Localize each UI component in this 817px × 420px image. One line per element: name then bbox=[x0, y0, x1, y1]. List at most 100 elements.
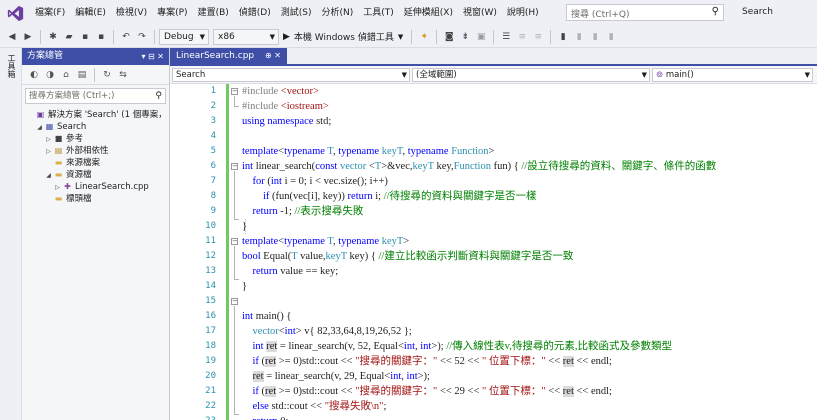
toolbar-divider bbox=[94, 67, 95, 82]
clear-bookmarks-icon[interactable]: ▮ bbox=[604, 29, 618, 45]
project-icon: ▦ bbox=[45, 122, 54, 131]
function-icon: ⊚ bbox=[656, 69, 666, 80]
external-deps-icon: ▤ bbox=[54, 146, 63, 155]
tree-item-label: 外部相依性 bbox=[66, 146, 109, 156]
change-tracking-bar bbox=[226, 84, 229, 420]
scope-dropdown[interactable]: (全域範圍) ▼ bbox=[412, 67, 650, 82]
list-icon[interactable]: ☰ bbox=[499, 29, 513, 45]
fold-guide bbox=[234, 279, 239, 280]
member-dropdown[interactable]: ⊚ main() ▼ bbox=[652, 67, 813, 82]
menu-item[interactable]: 分析(N) bbox=[316, 0, 358, 26]
menu-item[interactable]: 工具(T) bbox=[358, 0, 399, 26]
tree-item[interactable]: ▬ 來源檔案 bbox=[22, 157, 169, 169]
panel-controls[interactable]: ▾ ⊟ ✕ bbox=[141, 48, 164, 65]
code-line: template<typename T, typename keyT, type… bbox=[242, 146, 495, 157]
new-project-icon[interactable]: ✱ bbox=[46, 29, 60, 45]
forward-icon[interactable]: ▶ bbox=[21, 29, 35, 45]
menu-item[interactable]: 編輯(E) bbox=[70, 0, 111, 26]
menu-item[interactable]: 檔案(F) bbox=[30, 0, 70, 26]
line-number: 14 bbox=[205, 281, 216, 291]
collapse-icon[interactable]: − bbox=[231, 238, 238, 245]
line-number: 23 bbox=[176, 414, 216, 420]
tab-pin-close-icons[interactable]: ⊕ ✕ bbox=[265, 51, 281, 60]
undo-icon[interactable]: ↶ bbox=[119, 29, 133, 45]
menu-item[interactable]: 偵錯(D) bbox=[234, 0, 276, 26]
prev-bookmark-icon[interactable]: ▮ bbox=[572, 29, 586, 45]
fold-guide bbox=[234, 306, 235, 414]
code-line: } bbox=[242, 221, 248, 232]
back-icon[interactable]: ◐ bbox=[27, 67, 41, 83]
back-icon[interactable]: ◀ bbox=[5, 29, 19, 45]
tree-item-label: LinearSearch.cpp bbox=[75, 182, 149, 192]
line-number: 9 bbox=[210, 206, 216, 216]
pending-changes-icon[interactable]: ↻ bbox=[100, 67, 114, 83]
code-line: if (ret >= 0)std::cout << "搜尋的關鍵字：" << 5… bbox=[252, 356, 612, 367]
toolbox-tab[interactable]: 工具箱 bbox=[6, 54, 16, 78]
redo-icon[interactable]: ↷ bbox=[135, 29, 149, 45]
platform-select[interactable]: x86 ▼ bbox=[213, 28, 279, 45]
menu-bar: 檔案(F) 編輯(E) 檢視(V) 專案(P) 建置(B) 偵錯(D) 測試(S) 分析(N)… bbox=[0, 0, 817, 26]
open-folder-icon[interactable]: ▰ bbox=[62, 29, 76, 45]
comment-icon[interactable]: ≡ bbox=[515, 29, 529, 45]
screenshot-icon[interactable]: ◙ bbox=[442, 29, 456, 45]
line-number: 20 bbox=[205, 371, 216, 381]
step-icon[interactable]: ⇟ bbox=[458, 29, 472, 45]
line-number: 21 bbox=[205, 386, 216, 396]
toolbar-divider bbox=[113, 29, 114, 44]
menu-item[interactable]: 延伸模組(X) bbox=[399, 0, 458, 26]
code-text[interactable]: #include <vector> #include <iostream> us… bbox=[242, 84, 817, 420]
tree-item[interactable]: ▷ ▤ 外部相依性 bbox=[22, 145, 169, 157]
collapse-icon[interactable]: − bbox=[231, 298, 238, 305]
collapse-icon[interactable]: − bbox=[231, 163, 238, 170]
menu-item[interactable]: 建置(B) bbox=[193, 0, 234, 26]
code-line: if (fun(vec[i], key)) return i; //待搜尋的資料… bbox=[263, 191, 537, 202]
menu-item[interactable]: 檢視(V) bbox=[111, 0, 152, 26]
collapse-icon[interactable]: − bbox=[231, 88, 238, 95]
code-line: using namespace std; bbox=[242, 116, 332, 127]
code-area[interactable]: 1234567891011121314151617181920212223 − … bbox=[170, 84, 817, 420]
tree-item[interactable]: ▷ ✚ LinearSearch.cpp bbox=[22, 181, 169, 193]
tree-item[interactable]: ▷ ■ 參考 bbox=[22, 133, 169, 145]
forward-icon[interactable]: ◑ bbox=[43, 67, 57, 83]
folder-icon: ▬ bbox=[54, 170, 63, 179]
tree-item[interactable]: ◢ ▦ Search bbox=[22, 121, 169, 133]
menu-item[interactable]: 測試(S) bbox=[276, 0, 317, 26]
toolbar-divider bbox=[436, 29, 438, 44]
tree-item[interactable]: ▣ 解決方案 'Search' (1 個專案， bbox=[22, 109, 169, 121]
start-debugging-button[interactable]: ▶ 本機 Windows 偵錯工具 ▼ bbox=[279, 30, 407, 44]
toolbar-divider bbox=[493, 29, 495, 44]
search-input[interactable]: 搜尋 (Ctrl+Q) ⚲ bbox=[566, 4, 724, 21]
visual-studio-logo-icon[interactable] bbox=[0, 0, 30, 26]
code-line: for (int i = 0; i < vec.size(); i++) bbox=[252, 176, 388, 187]
save-icon[interactable]: ▪ bbox=[78, 29, 92, 45]
uncomment-icon[interactable]: ≡ bbox=[531, 29, 545, 45]
line-number: 7 bbox=[210, 176, 216, 186]
menu-item[interactable]: 視窗(W) bbox=[458, 0, 502, 26]
fold-guide bbox=[234, 219, 239, 220]
tab-label: LinearSearch.cpp bbox=[176, 51, 255, 61]
code-line: return value == key; bbox=[252, 266, 339, 277]
code-line: } bbox=[242, 281, 248, 292]
line-number: 3 bbox=[210, 116, 216, 126]
project-dropdown[interactable]: Search ▼ bbox=[172, 67, 410, 82]
tab-linearsearch-cpp[interactable]: LinearSearch.cpp ⊕ ✕ bbox=[170, 48, 287, 64]
menu-item[interactable]: 專案(P) bbox=[152, 0, 192, 26]
sync-icon[interactable]: ⇆ bbox=[116, 67, 130, 83]
menu-item[interactable]: 說明(H) bbox=[502, 0, 544, 26]
home-icon[interactable]: ⌂ bbox=[59, 67, 73, 83]
layout-icon[interactable]: ▣ bbox=[474, 29, 488, 45]
configuration-select[interactable]: Debug ▼ bbox=[159, 28, 209, 45]
next-bookmark-icon[interactable]: ▮ bbox=[588, 29, 602, 45]
hot-reload-icon[interactable]: ✦ bbox=[417, 29, 431, 45]
bookmark-icon[interactable]: ▮ bbox=[556, 29, 570, 45]
search-button[interactable]: Search bbox=[736, 4, 779, 21]
code-editor: LinearSearch.cpp ⊕ ✕ Search ▼ (全域範圍) ▼ ⊚… bbox=[170, 48, 817, 420]
tree-item[interactable]: ▬ 標頭檔 bbox=[22, 193, 169, 205]
switch-views-icon[interactable]: ▤ bbox=[75, 67, 89, 83]
save-all-icon[interactable]: ▪ bbox=[94, 29, 108, 45]
solution-search-input[interactable]: 搜尋方案總管 (Ctrl+;) ⚲ bbox=[25, 88, 166, 104]
toolbar-divider bbox=[550, 29, 552, 44]
search-placeholder: 搜尋 (Ctrl+Q) bbox=[571, 10, 630, 20]
outlining-margin: − − − − bbox=[230, 84, 240, 420]
tree-item[interactable]: ◢ ▬ 資源檔 bbox=[22, 169, 169, 181]
